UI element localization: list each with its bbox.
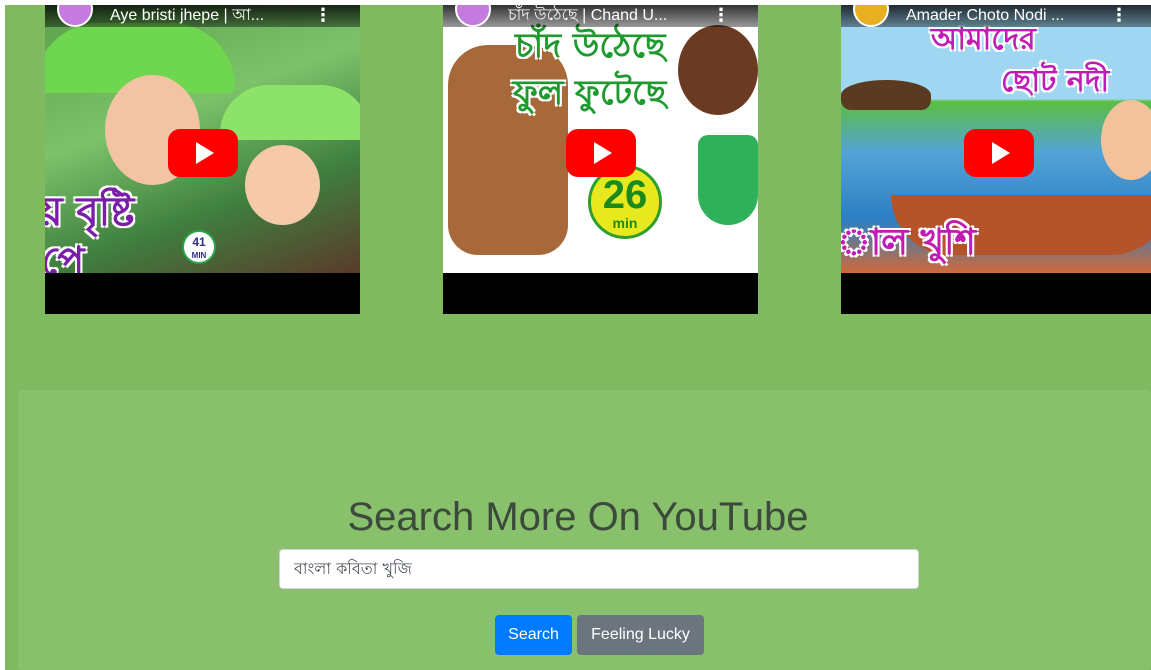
- duration-value: 26: [602, 173, 648, 217]
- video-thumbnail-1[interactable]: য় বৃষ্টি পে 41 MIN: [45, 5, 360, 273]
- feeling-lucky-button[interactable]: Feeling Lucky: [577, 615, 704, 655]
- page-background: য় বৃষ্টি পে 41 MIN Aye bristi jhepe | আ…: [5, 5, 1151, 670]
- eagle-graphic: [841, 80, 931, 110]
- duration-unit: MIN: [191, 251, 207, 260]
- video-embed-2[interactable]: চাঁদ উঠেছে ফুল ফুটেছে 26 min চাঁদ উঠেছে …: [443, 5, 758, 314]
- search-input[interactable]: [279, 549, 919, 589]
- play-button-icon[interactable]: [963, 129, 1034, 177]
- video-title[interactable]: Aye bristi jhepe | আ...: [110, 5, 320, 27]
- search-button[interactable]: Search: [495, 615, 572, 655]
- more-options-icon[interactable]: ⋮: [314, 5, 332, 27]
- baby-character: [245, 145, 320, 225]
- girl-character: [1101, 100, 1151, 180]
- girl-character: [678, 25, 758, 115]
- girl-dress: [698, 135, 758, 225]
- video-title[interactable]: চাঁদ উঠেছে | Chand U...: [508, 5, 718, 27]
- duration-badge: 41 MIN: [182, 230, 216, 264]
- thumbnail-caption-bottom: পে: [45, 239, 85, 273]
- play-button-icon[interactable]: [167, 129, 238, 177]
- channel-avatar-icon[interactable]: [853, 5, 889, 27]
- thumbnail-caption-bottom: ফুল ফুটেছে: [513, 73, 667, 113]
- video-embed-3[interactable]: আমাদের ছোট নদী াল খুশি Amader Choto Nodi…: [841, 5, 1151, 314]
- video-thumbnail-3[interactable]: আমাদের ছোট নদী াল খুশি: [841, 5, 1151, 273]
- video-title-bar: Aye bristi jhepe | আ... ⋮: [45, 5, 360, 27]
- video-thumbnail-2[interactable]: চাঁদ উঠেছে ফুল ফুটেছে 26 min: [443, 5, 758, 273]
- channel-avatar-icon[interactable]: [57, 5, 93, 27]
- video-embed-1[interactable]: য় বৃষ্টি পে 41 MIN Aye bristi jhepe | আ…: [45, 5, 360, 314]
- video-title-bar: চাঁদ উঠেছে | Chand U... ⋮: [443, 5, 758, 27]
- umbrella-graphic: [220, 85, 360, 140]
- more-options-icon[interactable]: ⋮: [1110, 5, 1128, 27]
- thumbnail-caption-middle: ছোট নদী: [1001, 64, 1110, 99]
- duration-value: 41: [192, 235, 206, 249]
- video-title[interactable]: Amader Choto Nodi ...: [906, 5, 1116, 27]
- channel-avatar-icon[interactable]: [455, 5, 491, 27]
- search-heading: Search More On YouTube: [347, 495, 809, 539]
- thumbnail-caption-bottom: াল খুশি: [841, 222, 976, 263]
- duration-unit: min: [612, 215, 638, 231]
- more-options-icon[interactable]: ⋮: [712, 5, 730, 27]
- video-title-bar: Amader Choto Nodi ... ⋮: [841, 5, 1151, 27]
- play-button-icon[interactable]: [565, 129, 636, 177]
